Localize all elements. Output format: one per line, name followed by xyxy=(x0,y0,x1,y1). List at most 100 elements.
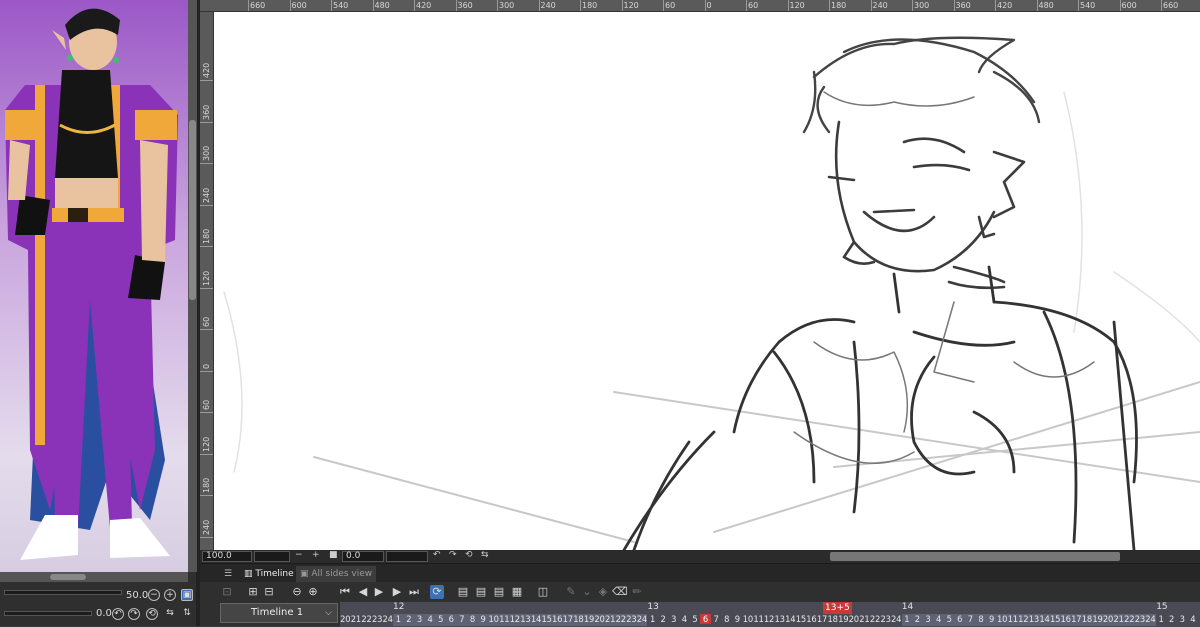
rotation-slider[interactable] xyxy=(4,611,92,616)
keyframe-icon[interactable]: ✎ xyxy=(564,585,578,599)
angle-slider-field[interactable] xyxy=(386,551,428,562)
loop-playback-icon[interactable]: ⟳ xyxy=(430,585,444,599)
frame-cell[interactable]: 3 xyxy=(414,614,425,624)
delete-cel-icon[interactable]: ▤ xyxy=(492,585,506,599)
frame-cell[interactable]: 17 xyxy=(1071,614,1081,624)
new-animation-folder-icon[interactable]: ⊡ xyxy=(220,585,234,599)
frame-cell[interactable]: 8 xyxy=(721,614,732,624)
frame-cell[interactable]: 4 xyxy=(1188,614,1199,624)
zoom-slider[interactable] xyxy=(4,590,122,595)
play-icon[interactable]: ▶ xyxy=(372,585,386,599)
frame-cell[interactable]: 20 xyxy=(849,614,859,624)
frame-cell[interactable]: 24 xyxy=(637,614,647,624)
flip-horizontal-icon[interactable]: ⇆ xyxy=(164,608,176,620)
zoom-out-icon[interactable]: ⊖ xyxy=(290,585,304,599)
zoom-slider-field[interactable] xyxy=(254,551,290,562)
frame-range-icon[interactable]: ⊟ xyxy=(262,585,276,599)
frame-cell[interactable]: 10 xyxy=(488,614,498,624)
frame-cell[interactable]: 22 xyxy=(615,614,626,624)
frame-cell[interactable]: 13 xyxy=(520,614,530,624)
fit-view-icon[interactable]: ▣ xyxy=(181,589,193,601)
frame-cell[interactable]: 23 xyxy=(626,614,636,624)
frame-cell[interactable]: 2 xyxy=(1166,614,1177,624)
frame-cell[interactable]: 6 xyxy=(954,614,965,624)
frame-cell[interactable]: 24 xyxy=(382,614,393,624)
frame-cell[interactable]: 22 xyxy=(361,614,371,624)
tab-timeline[interactable]: ▥ Timeline xyxy=(240,566,298,582)
frame-cell[interactable]: 3 xyxy=(923,614,934,624)
frame-cell[interactable]: 23 xyxy=(880,614,890,624)
frame-cell[interactable]: 24 xyxy=(1145,614,1155,624)
frame-cell[interactable]: 17 xyxy=(817,614,827,624)
frame-cell[interactable]: 18 xyxy=(1082,614,1092,624)
frame-cell[interactable]: 18 xyxy=(573,614,583,624)
previous-frame-icon[interactable]: ◀ xyxy=(356,585,370,599)
next-frame-icon[interactable]: ▶ xyxy=(390,585,404,599)
frame-cell[interactable]: 10 xyxy=(743,614,753,624)
canvas-angle-field[interactable]: 0.0 xyxy=(342,551,384,562)
frame-cell[interactable]: 22 xyxy=(1124,614,1134,624)
frame-cell[interactable]: 19 xyxy=(838,614,848,624)
frame-cell[interactable]: 11 xyxy=(499,614,509,624)
zoom-in-icon[interactable]: ⊕ xyxy=(306,585,320,599)
canvas-horizontal-scrollbar[interactable] xyxy=(830,552,1120,561)
frame-cell[interactable]: 8 xyxy=(467,614,478,624)
frame-cell[interactable]: 14 xyxy=(531,614,541,624)
frame-cell[interactable]: 15 xyxy=(796,614,806,624)
frame-cell[interactable]: 14 xyxy=(1039,614,1049,624)
zoom-out-icon[interactable]: − xyxy=(148,589,160,601)
last-frame-icon[interactable]: ⏭ xyxy=(407,585,421,599)
frame-cell[interactable]: 22 xyxy=(870,614,880,624)
flip-vertical-icon[interactable]: ⇅ xyxy=(181,608,193,620)
keyframe-menu-icon[interactable]: ⌄ xyxy=(580,585,594,599)
tab-all-sides-view[interactable]: ▣ All sides view xyxy=(296,566,377,582)
scroll-thumb[interactable] xyxy=(50,574,86,580)
keyframe-shape-icon[interactable]: ◈ xyxy=(596,585,610,599)
frame-cell[interactable]: 6 xyxy=(446,614,457,624)
frame-cell[interactable]: 2 xyxy=(658,614,669,624)
frame-cell[interactable]: 5 xyxy=(944,614,955,624)
frame-cell[interactable]: 13 xyxy=(774,614,785,624)
frame-cell[interactable]: 16 xyxy=(552,614,562,624)
timeline-selector[interactable]: Timeline 1 ⌵ xyxy=(220,603,338,623)
frame-cell[interactable]: 16 xyxy=(1060,614,1071,624)
rotate-right-icon[interactable]: ↷ xyxy=(128,608,140,620)
clear-icon[interactable]: ⌫ xyxy=(612,585,628,599)
frame-cell[interactable]: 15 xyxy=(541,614,551,624)
specify-cel-icon[interactable]: ▤ xyxy=(474,585,488,599)
frame-cell[interactable]: 5 xyxy=(690,614,701,624)
frame-cell[interactable]: 1 xyxy=(647,614,658,624)
frame-cell[interactable]: 14 xyxy=(785,614,795,624)
frame-cell[interactable]: 19 xyxy=(1092,614,1102,624)
frame-cell[interactable]: 18 xyxy=(827,614,837,624)
new-cel-icon[interactable]: ▤ xyxy=(456,585,470,599)
frame-cell[interactable]: 1 xyxy=(393,614,404,624)
zoom-in-icon[interactable]: + xyxy=(312,550,320,560)
flip-icon[interactable]: ⇆ xyxy=(481,550,489,560)
navigator-vertical-scrollbar[interactable] xyxy=(188,0,197,572)
frame-cell[interactable]: 10 xyxy=(997,614,1007,624)
frame-cell[interactable]: 16 xyxy=(806,614,816,624)
frame-cell[interactable]: 1 xyxy=(901,614,912,624)
frame-cell[interactable]: 21 xyxy=(605,614,615,624)
frame-cell[interactable]: 2 xyxy=(404,614,415,624)
scroll-thumb[interactable] xyxy=(189,120,196,300)
frame-cell[interactable]: 20 xyxy=(1103,614,1113,624)
drawing-canvas[interactable] xyxy=(214,12,1200,550)
frame-cell[interactable]: 4 xyxy=(933,614,944,624)
cel-options-icon[interactable]: ▦ xyxy=(510,585,524,599)
frame-cell[interactable]: 2 xyxy=(912,614,923,624)
frame-cell[interactable]: 7 xyxy=(965,614,976,624)
frame-cell[interactable]: 5 xyxy=(435,614,446,624)
frame-cell[interactable]: 21 xyxy=(1113,614,1124,624)
frame-cell[interactable]: 21 xyxy=(351,614,361,624)
reset-rotation-icon[interactable]: ⟲ xyxy=(146,608,158,620)
frame-number-row[interactable]: 2021222324 1 2 3 4 5 6 7 8 9 101112131415161718192… xyxy=(340,614,1200,626)
frame-cell[interactable]: 9 xyxy=(478,614,489,624)
frame-cell[interactable]: 12 xyxy=(764,614,774,624)
frame-cell[interactable]: 23 xyxy=(1135,614,1145,624)
frame-cell[interactable]: 12 xyxy=(1018,614,1028,624)
frame-cell[interactable]: 3 xyxy=(668,614,679,624)
frame-cell[interactable]: 6 xyxy=(700,614,711,624)
frame-cell[interactable]: 8 xyxy=(976,614,987,624)
